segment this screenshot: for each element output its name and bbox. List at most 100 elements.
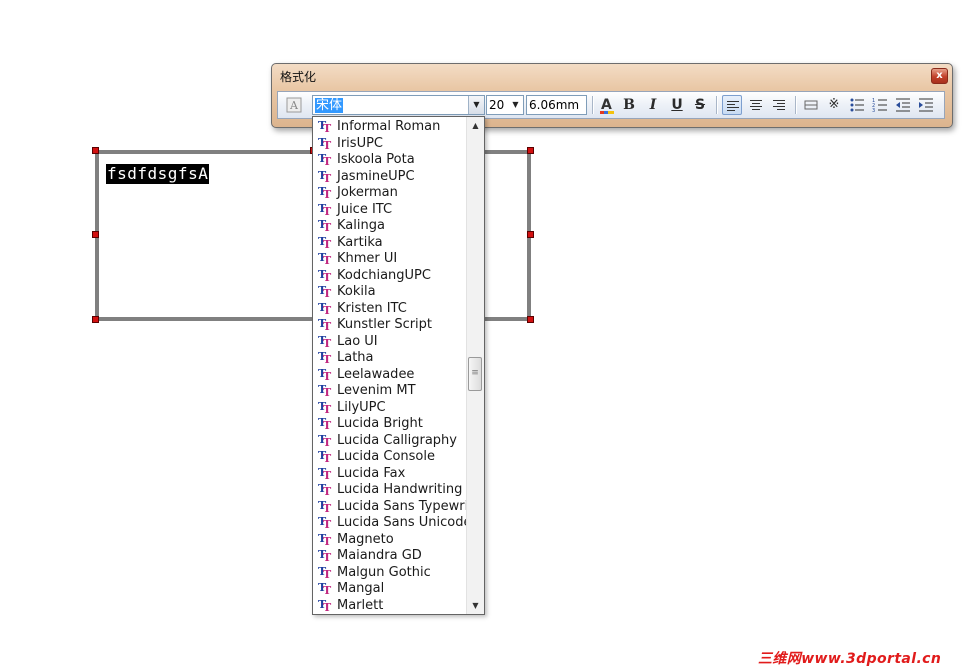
font-name-combo[interactable]: 宋体 ▼ bbox=[312, 95, 485, 115]
font-list-item-label: Kunstler Script bbox=[337, 317, 433, 332]
bullet-list-icon[interactable] bbox=[847, 95, 867, 115]
resize-handle-top-right[interactable] bbox=[527, 147, 534, 154]
font-list-item-label: Magneto bbox=[337, 531, 394, 547]
font-list-item[interactable]: T T Lucida Console bbox=[313, 449, 467, 466]
separator bbox=[795, 96, 796, 114]
numbered-list-icon[interactable]: 1 2 3 bbox=[870, 95, 890, 115]
font-list-item-label: Lucida Calligraphy bbox=[337, 432, 457, 448]
resize-handle-bottom-right[interactable] bbox=[527, 316, 534, 323]
truetype-font-icon: TT bbox=[318, 432, 332, 449]
font-list-item[interactable]: T T Leelawadee bbox=[313, 367, 467, 384]
selected-text[interactable]: fsdfdsgfsA bbox=[106, 164, 210, 184]
resize-handle-middle-right[interactable] bbox=[527, 231, 534, 238]
font-list-item[interactable]: T T Khmer UI bbox=[313, 251, 467, 268]
font-list-item[interactable]: T T Maiandra GD bbox=[313, 548, 467, 565]
spacing-value[interactable]: 6.06mm bbox=[529, 98, 579, 113]
font-list-item-label: Lucida Fax bbox=[337, 465, 406, 481]
font-list-item[interactable]: T T Lao UI bbox=[313, 334, 467, 351]
font-list-item[interactable]: T T Kunstler Script bbox=[313, 317, 467, 334]
truetype-font-icon: TT bbox=[318, 185, 332, 201]
font-size-value[interactable]: 20 bbox=[489, 98, 504, 113]
font-list-item-label: Maiandra GD bbox=[337, 548, 422, 563]
font-list-item-label: Kokila bbox=[337, 284, 376, 299]
truetype-font-icon: TT bbox=[318, 267, 332, 284]
font-list-item-label: Kristen ITC bbox=[337, 300, 407, 316]
scroll-thumb[interactable]: ≡ bbox=[468, 357, 482, 391]
font-color-icon[interactable]: A bbox=[597, 95, 617, 115]
font-list-item[interactable]: T T LilyUPC bbox=[313, 400, 467, 417]
align-center-icon bbox=[750, 100, 762, 112]
indent-icon[interactable] bbox=[916, 95, 936, 115]
font-list-item[interactable]: T T Kartika bbox=[313, 235, 467, 252]
truetype-font-icon: TT bbox=[318, 597, 332, 614]
font-list-item[interactable]: T T Mangal bbox=[313, 581, 467, 598]
close-button[interactable]: x bbox=[931, 68, 948, 84]
font-list-item[interactable]: T T Lucida Fax bbox=[313, 466, 467, 483]
font-list-item[interactable]: T T Informal Roman bbox=[313, 119, 467, 136]
font-style-icon[interactable]: A bbox=[284, 95, 304, 115]
truetype-font-icon: TT bbox=[318, 284, 332, 300]
font-list-item[interactable]: T T Magneto bbox=[313, 532, 467, 549]
chevron-down-icon[interactable]: ▼ bbox=[508, 96, 523, 114]
outdent-icon[interactable] bbox=[893, 95, 913, 115]
font-list-item-label: Iskoola Pota bbox=[337, 152, 415, 167]
align-right-button[interactable] bbox=[769, 95, 789, 115]
align-left-button[interactable] bbox=[722, 95, 742, 115]
font-list-item[interactable]: T T Levenim MT bbox=[313, 383, 467, 400]
underline-button[interactable]: U bbox=[667, 95, 687, 115]
scroll-down-icon[interactable]: ▼ bbox=[467, 597, 484, 614]
font-list-item[interactable]: T T Kalinga bbox=[313, 218, 467, 235]
font-list-item[interactable]: T T Kristen ITC bbox=[313, 301, 467, 318]
svg-text:A: A bbox=[289, 99, 299, 112]
truetype-font-icon: TT bbox=[318, 465, 332, 482]
chevron-down-icon[interactable]: ▼ bbox=[468, 96, 484, 114]
font-list-item-label: Leelawadee bbox=[337, 366, 415, 382]
scrollbar[interactable]: ▲ ≡ ▼ bbox=[466, 117, 484, 614]
symbol-icon[interactable]: ※ bbox=[824, 95, 844, 115]
strikethrough-button[interactable]: S bbox=[690, 95, 710, 115]
font-list-item-label: KodchiangUPC bbox=[337, 267, 431, 283]
font-items: T T Informal Roman T T IrisUPC T T Iskoola Pota T… bbox=[313, 119, 467, 614]
font-list-item-label: LilyUPC bbox=[337, 399, 386, 415]
svg-text:3: 3 bbox=[872, 108, 875, 113]
truetype-font-icon: TT bbox=[318, 333, 332, 350]
font-list-item[interactable]: T T KodchiangUPC bbox=[313, 268, 467, 285]
font-list-item[interactable]: T T IrisUPC bbox=[313, 136, 467, 153]
truetype-font-icon: TT bbox=[318, 350, 332, 366]
font-size-combo[interactable]: 20 ▼ bbox=[486, 95, 524, 115]
font-list-item[interactable]: T T Jokerman bbox=[313, 185, 467, 202]
font-dropdown-list[interactable]: T T Informal Roman T T IrisUPC T T Iskoola Pota T… bbox=[312, 116, 485, 615]
svg-text:A: A bbox=[601, 97, 612, 113]
truetype-font-icon: TT bbox=[318, 531, 332, 548]
truetype-font-icon: TT bbox=[318, 399, 332, 416]
italic-button[interactable]: I bbox=[643, 95, 663, 115]
truetype-font-icon: TT bbox=[318, 416, 332, 432]
font-list-item[interactable]: T T Lucida Handwriting bbox=[313, 482, 467, 499]
scroll-up-icon[interactable]: ▲ bbox=[467, 117, 484, 134]
font-list-item[interactable]: T T Marlett bbox=[313, 598, 467, 615]
stack-icon[interactable] bbox=[801, 95, 821, 115]
font-list-item[interactable]: T T Latha bbox=[313, 350, 467, 367]
truetype-font-icon: TT bbox=[318, 581, 332, 597]
align-center-button[interactable] bbox=[746, 95, 766, 115]
resize-handle-middle-left[interactable] bbox=[92, 231, 99, 238]
font-list-item[interactable]: T T Iskoola Pota bbox=[313, 152, 467, 169]
bold-button[interactable]: B bbox=[619, 95, 639, 115]
truetype-font-icon: TT bbox=[318, 119, 332, 135]
resize-handle-top-left[interactable] bbox=[92, 147, 99, 154]
watermark: 三维网www.3dportal.cn bbox=[758, 651, 942, 667]
font-list-item[interactable]: T T JasmineUPC bbox=[313, 169, 467, 186]
truetype-font-icon: TT bbox=[318, 218, 332, 234]
font-list-item[interactable]: T T Kokila bbox=[313, 284, 467, 301]
font-list-item[interactable]: T T Malgun Gothic bbox=[313, 565, 467, 582]
font-name-value[interactable]: 宋体 bbox=[315, 98, 344, 113]
font-list-item[interactable]: T T Juice ITC bbox=[313, 202, 467, 219]
font-list-item[interactable]: T T Lucida Calligraphy bbox=[313, 433, 467, 450]
resize-handle-bottom-left[interactable] bbox=[92, 316, 99, 323]
truetype-font-icon: TT bbox=[318, 548, 332, 564]
font-list-item[interactable]: T T Lucida Sans Unicode bbox=[313, 515, 467, 532]
truetype-font-icon: TT bbox=[318, 300, 332, 317]
font-list-item[interactable]: TT Lucida Sans Typewriter bbox=[313, 499, 467, 516]
font-list-item[interactable]: T T Lucida Bright bbox=[313, 416, 467, 433]
spacing-field[interactable]: 6.06mm bbox=[526, 95, 587, 115]
